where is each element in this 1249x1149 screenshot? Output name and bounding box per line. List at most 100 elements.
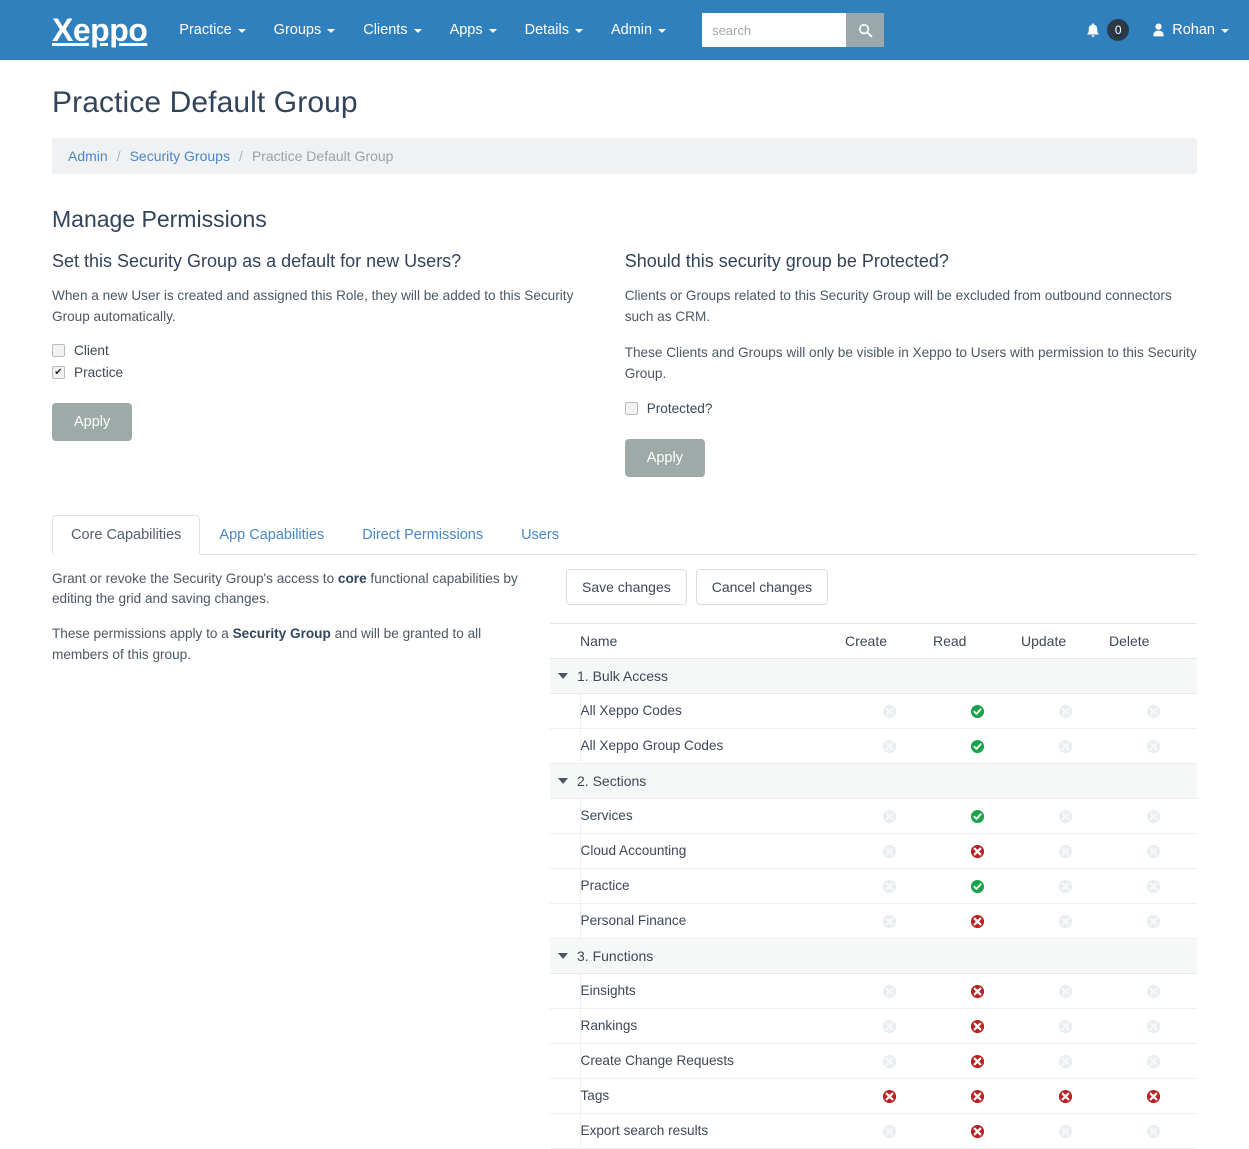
permission-cell-read[interactable] bbox=[933, 1008, 1021, 1044]
permission-cell-delete[interactable] bbox=[1109, 868, 1197, 904]
permission-none-icon[interactable] bbox=[1146, 739, 1161, 754]
permission-deny-icon[interactable] bbox=[882, 1089, 897, 1104]
permission-cell-update[interactable] bbox=[1021, 798, 1109, 834]
permission-none-icon[interactable] bbox=[1058, 844, 1073, 859]
permission-cell-create[interactable] bbox=[845, 1043, 933, 1079]
permission-none-icon[interactable] bbox=[1058, 984, 1073, 999]
permission-none-icon[interactable] bbox=[882, 844, 897, 859]
search-button[interactable] bbox=[846, 13, 885, 47]
permission-cell-update[interactable] bbox=[1021, 868, 1109, 904]
grid-group-row[interactable]: 1. Bulk Access bbox=[550, 657, 1197, 694]
nav-item-practice[interactable]: Practice bbox=[165, 14, 259, 46]
permission-deny-icon[interactable] bbox=[970, 1089, 985, 1104]
permission-none-icon[interactable] bbox=[1146, 1124, 1161, 1139]
grid-header-name[interactable]: Name bbox=[580, 622, 845, 659]
permission-none-icon[interactable] bbox=[1146, 1019, 1161, 1034]
table-row[interactable]: Services bbox=[550, 798, 1197, 834]
permission-cell-read[interactable] bbox=[933, 1043, 1021, 1079]
table-row[interactable]: Personal Finance bbox=[550, 903, 1197, 939]
permission-cell-create[interactable] bbox=[845, 1008, 933, 1044]
permission-cell-update[interactable] bbox=[1021, 1113, 1109, 1149]
permission-none-icon[interactable] bbox=[1058, 879, 1073, 894]
client-checkbox[interactable] bbox=[52, 344, 65, 358]
permission-cell-create[interactable] bbox=[845, 973, 933, 1009]
group-collapse-toggle-icon[interactable] bbox=[558, 777, 568, 784]
permission-none-icon[interactable] bbox=[882, 914, 897, 929]
nav-item-apps[interactable]: Apps bbox=[436, 14, 511, 46]
permission-cell-delete[interactable] bbox=[1109, 1043, 1197, 1079]
permission-none-icon[interactable] bbox=[882, 1124, 897, 1139]
permission-none-icon[interactable] bbox=[1058, 1019, 1073, 1034]
permission-cell-delete[interactable] bbox=[1109, 1113, 1197, 1149]
permission-none-icon[interactable] bbox=[1058, 914, 1073, 929]
grid-header-update[interactable]: Update bbox=[1021, 622, 1109, 659]
permission-cell-delete[interactable] bbox=[1109, 1078, 1197, 1114]
search-input[interactable] bbox=[702, 13, 847, 47]
permission-cell-update[interactable] bbox=[1021, 693, 1109, 729]
breadcrumb-item-admin[interactable]: Admin bbox=[68, 148, 108, 164]
protected-checkbox[interactable] bbox=[624, 401, 638, 415]
tab-users[interactable]: Users bbox=[502, 515, 578, 555]
permission-cell-create[interactable] bbox=[845, 833, 933, 869]
permission-none-icon[interactable] bbox=[1058, 1124, 1073, 1139]
permission-none-icon[interactable] bbox=[1146, 984, 1161, 999]
permission-none-icon[interactable] bbox=[1058, 739, 1073, 754]
permission-none-icon[interactable] bbox=[1146, 704, 1161, 719]
nav-item-details[interactable]: Details bbox=[511, 14, 597, 46]
tab-core-capabilities[interactable]: Core Capabilities bbox=[52, 514, 201, 555]
table-row[interactable]: All Xeppo Group Codes bbox=[550, 728, 1197, 764]
nav-item-clients[interactable]: Clients bbox=[349, 14, 435, 46]
permission-cell-create[interactable] bbox=[845, 868, 933, 904]
permission-none-icon[interactable] bbox=[1146, 809, 1161, 824]
permission-cell-update[interactable] bbox=[1021, 1078, 1109, 1114]
permission-none-icon[interactable] bbox=[882, 984, 897, 999]
permission-cell-delete[interactable] bbox=[1109, 973, 1197, 1009]
permission-cell-delete[interactable] bbox=[1109, 903, 1197, 939]
permission-cell-read[interactable] bbox=[933, 903, 1021, 939]
grid-header-create[interactable]: Create bbox=[845, 622, 933, 659]
permission-cell-delete[interactable] bbox=[1109, 833, 1197, 869]
permission-cell-update[interactable] bbox=[1021, 1043, 1109, 1079]
permission-none-icon[interactable] bbox=[1058, 1054, 1073, 1069]
user-menu[interactable]: Rohan bbox=[1151, 22, 1229, 38]
permission-none-icon[interactable] bbox=[1146, 879, 1161, 894]
permission-allow-icon[interactable] bbox=[970, 739, 985, 754]
permission-allow-icon[interactable] bbox=[970, 809, 985, 824]
table-row[interactable]: Practice bbox=[550, 868, 1197, 904]
permission-cell-update[interactable] bbox=[1021, 728, 1109, 764]
permission-none-icon[interactable] bbox=[882, 809, 897, 824]
grid-header-delete[interactable]: Delete bbox=[1109, 622, 1197, 659]
permission-deny-icon[interactable] bbox=[970, 1124, 985, 1139]
nav-item-groups[interactable]: Groups bbox=[260, 14, 350, 46]
nav-item-admin[interactable]: Admin bbox=[597, 14, 680, 46]
table-row[interactable]: Rankings bbox=[550, 1008, 1197, 1044]
apply-protected-button[interactable]: Apply bbox=[624, 438, 705, 477]
permission-cell-read[interactable] bbox=[933, 868, 1021, 904]
save-changes-button[interactable]: Save changes bbox=[566, 568, 687, 605]
permission-cell-read[interactable] bbox=[933, 1078, 1021, 1114]
permission-cell-delete[interactable] bbox=[1109, 693, 1197, 729]
permission-cell-read[interactable] bbox=[933, 973, 1021, 1009]
permission-deny-icon[interactable] bbox=[1146, 1089, 1161, 1104]
group-collapse-toggle-icon[interactable] bbox=[558, 952, 568, 959]
tab-app-capabilities[interactable]: App Capabilities bbox=[200, 515, 343, 555]
tab-direct-permissions[interactable]: Direct Permissions bbox=[343, 515, 502, 555]
permission-cell-create[interactable] bbox=[845, 728, 933, 764]
permission-deny-icon[interactable] bbox=[970, 914, 985, 929]
permission-cell-delete[interactable] bbox=[1109, 1008, 1197, 1044]
permission-cell-delete[interactable] bbox=[1109, 798, 1197, 834]
permission-deny-icon[interactable] bbox=[970, 984, 985, 999]
practice-checkbox[interactable] bbox=[52, 366, 65, 380]
permission-cell-read[interactable] bbox=[933, 1113, 1021, 1149]
permission-cell-update[interactable] bbox=[1021, 903, 1109, 939]
permission-cell-create[interactable] bbox=[845, 1078, 933, 1114]
grid-header-read[interactable]: Read bbox=[933, 622, 1021, 659]
permission-none-icon[interactable] bbox=[1146, 1054, 1161, 1069]
permission-cell-create[interactable] bbox=[845, 693, 933, 729]
permission-deny-icon[interactable] bbox=[970, 1019, 985, 1034]
permission-cell-create[interactable] bbox=[845, 798, 933, 834]
grid-group-row[interactable]: 3. Functions bbox=[550, 937, 1197, 974]
brand-logo[interactable]: Xeppo bbox=[52, 14, 148, 46]
table-row[interactable]: Einsights bbox=[550, 973, 1197, 1009]
permission-cell-create[interactable] bbox=[845, 903, 933, 939]
